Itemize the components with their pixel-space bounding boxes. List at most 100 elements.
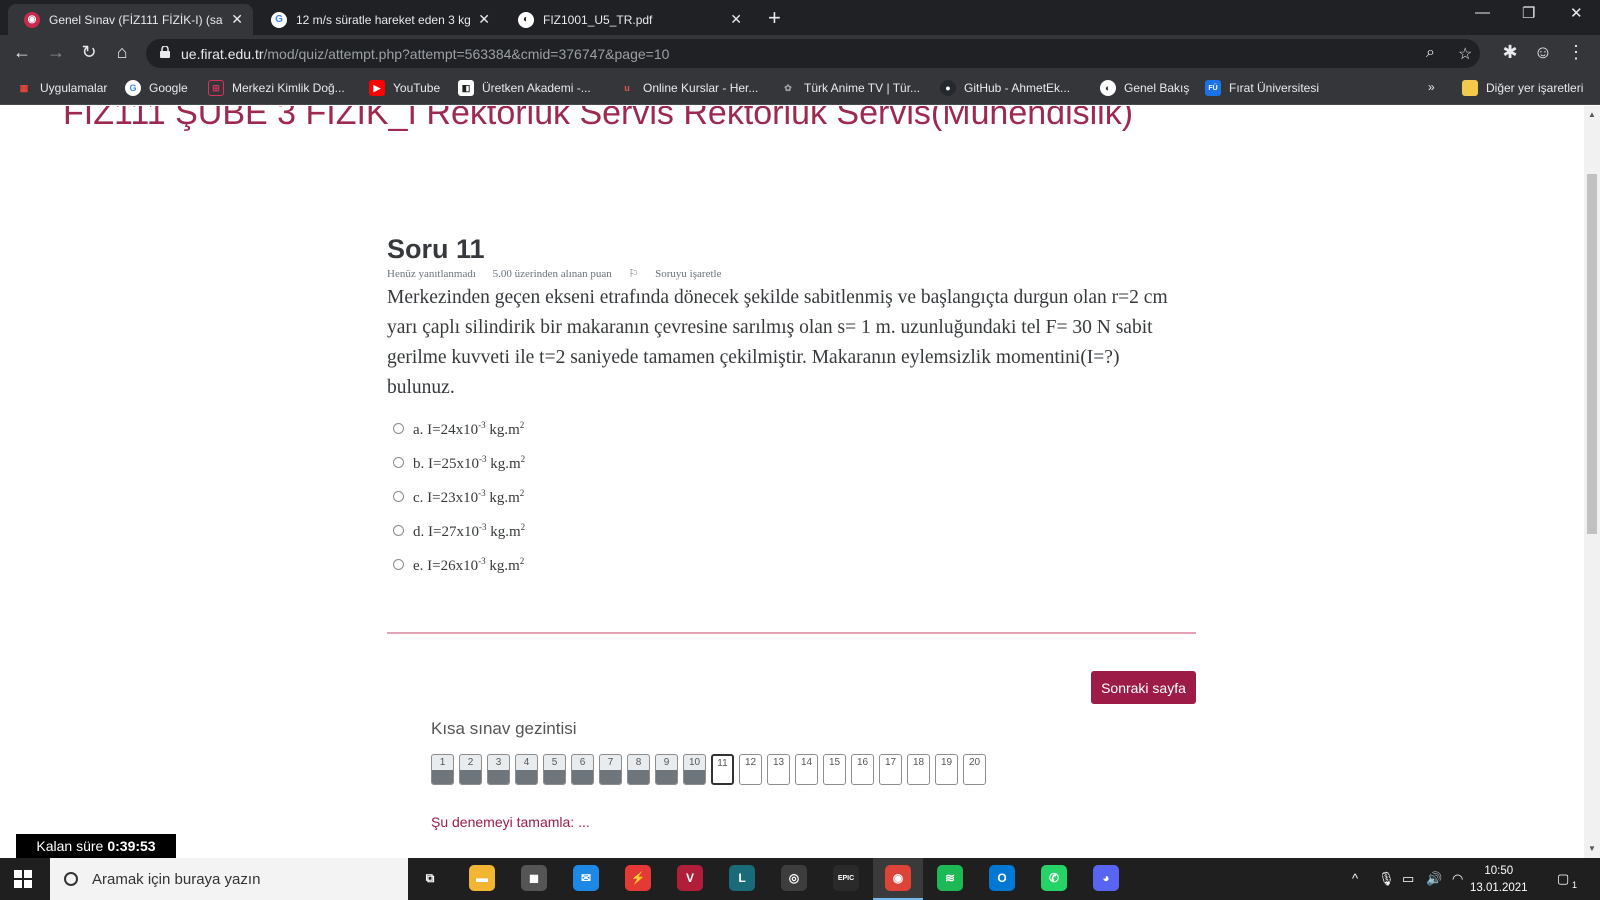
close-tab-icon[interactable]: ✕ xyxy=(478,11,490,28)
quiz-nav-button[interactable]: 11 xyxy=(711,754,734,785)
course-title: FİZ111 ŞUBE 3 FİZİK_I Rektörlük Servis R… xyxy=(63,106,1134,132)
other-bookmarks[interactable]: Diğer yer işaretleri xyxy=(1462,80,1583,96)
league-icon[interactable]: L xyxy=(729,865,755,891)
forward-icon[interactable]: → xyxy=(44,42,68,63)
quiz-nav-button[interactable]: 13 xyxy=(767,754,790,785)
radio-button[interactable] xyxy=(393,559,404,570)
radio-button[interactable] xyxy=(393,525,404,536)
file-explorer-icon[interactable]: ▬ xyxy=(469,865,495,891)
flag-question-link[interactable]: ⚐ Soruyu işaretle xyxy=(629,268,736,280)
answer-label: a. I=24x10-3 kg.m2 xyxy=(413,420,525,438)
bookmark-google[interactable]: G Google xyxy=(125,80,188,96)
epic-games-icon[interactable]: EPIC xyxy=(833,865,859,891)
answer-option-e[interactable]: e. I=26x10-3 kg.m2 xyxy=(393,556,525,590)
zoom-icon[interactable]: ⌕ xyxy=(1426,44,1435,62)
outlook-icon[interactable]: O xyxy=(989,865,1015,891)
radio-button[interactable] xyxy=(393,457,404,468)
windows-taskbar: Aramak için buraya yazın ⧉ ▬ ◼ ✉ ⚡ V L ◎ EPIC ◉ ≋ O… xyxy=(0,858,1600,900)
battery-icon[interactable]: ▭ xyxy=(1402,871,1414,887)
bookmark-firat[interactable]: FÜ Fırat Üniversitesi xyxy=(1205,80,1319,96)
bookmark-label: YouTube xyxy=(393,81,441,95)
tab-genel-sinav[interactable]: ◉ Genel Sınav (FİZ111 FİZİK-I) (sayf ✕ xyxy=(8,4,253,35)
mail-icon[interactable]: ✉ xyxy=(573,865,599,891)
extensions-icon[interactable]: ✱ xyxy=(1498,42,1522,63)
quiz-nav-button[interactable]: 18 xyxy=(907,754,930,785)
answer-option-a[interactable]: a. I=24x10-3 kg.m2 xyxy=(393,420,525,454)
next-page-button[interactable]: Sonraki sayfa xyxy=(1091,671,1196,704)
answer-option-d[interactable]: d. I=27x10-3 kg.m2 xyxy=(393,522,525,556)
quiz-nav-button[interactable]: 8 xyxy=(627,754,650,785)
profile-avatar-icon[interactable]: ☺ xyxy=(1531,42,1555,63)
wifi-icon[interactable]: ◠ xyxy=(1452,871,1463,887)
bookmark-uretken[interactable]: ◧ Üretken Akademi -... xyxy=(458,80,591,96)
quiz-nav-button[interactable]: 19 xyxy=(935,754,958,785)
quiz-nav-button[interactable]: 17 xyxy=(879,754,902,785)
menu-icon[interactable]: ⋮ xyxy=(1564,42,1588,63)
finish-attempt-link[interactable]: Şu denemeyi tamamla: ... xyxy=(431,814,590,830)
quiz-nav-button[interactable]: 9 xyxy=(655,754,678,785)
restore-icon[interactable]: ❐ xyxy=(1522,4,1535,22)
radio-button[interactable] xyxy=(393,491,404,502)
bookmark-kimlik[interactable]: ⊞ Merkezi Kimlik Doğ... xyxy=(208,80,345,96)
tab-google-search[interactable]: G 12 m/s süratle hareket eden 3 kg ✕ xyxy=(255,4,500,35)
quiz-nav-button[interactable]: 1 xyxy=(431,754,454,785)
answer-option-c[interactable]: c. I=23x10-3 kg.m2 xyxy=(393,488,525,522)
bookmark-genel-bakis[interactable]: ◐ Genel Bakış xyxy=(1100,80,1189,96)
flash-icon[interactable]: ⚡ xyxy=(625,865,651,891)
radio-button[interactable] xyxy=(393,423,404,434)
address-bar[interactable]: ue.firat.edu.tr/mod/quiz/attempt.php?att… xyxy=(146,39,1480,68)
tab-pdf[interactable]: ◐ FIZ1001_U5_TR.pdf ✕ xyxy=(502,4,752,35)
quiz-nav-button[interactable]: 14 xyxy=(795,754,818,785)
microphone-icon[interactable]: 🎙 xyxy=(1378,871,1395,887)
bookmarks-overflow[interactable]: » xyxy=(1428,80,1435,94)
chrome-icon[interactable]: ◉ xyxy=(885,865,911,891)
quiz-nav-button[interactable]: 12 xyxy=(739,754,762,785)
new-tab-icon[interactable]: + xyxy=(768,5,781,31)
discord-icon[interactable]: ◕ xyxy=(1093,865,1119,891)
quiz-nav-button[interactable]: 6 xyxy=(571,754,594,785)
quiz-nav-button[interactable]: 10 xyxy=(683,754,706,785)
quiz-nav-button[interactable]: 2 xyxy=(459,754,482,785)
taskbar-clock[interactable]: 10:50 13.01.2021 xyxy=(1470,863,1528,897)
home-icon[interactable]: ⌂ xyxy=(110,42,134,63)
bookmark-github[interactable]: ● GitHub - AhmetEk... xyxy=(940,80,1070,96)
store-icon[interactable]: ◼ xyxy=(521,865,547,891)
firat-icon: FÜ xyxy=(1205,80,1221,96)
reload-icon[interactable]: ↻ xyxy=(77,42,101,63)
show-hidden-icons-icon[interactable]: ^ xyxy=(1352,871,1358,886)
minimize-icon[interactable]: — xyxy=(1475,4,1490,21)
quiz-nav-button[interactable]: 5 xyxy=(543,754,566,785)
bookmark-youtube[interactable]: ▶ YouTube xyxy=(369,80,440,96)
spotify-icon[interactable]: ≋ xyxy=(937,865,963,891)
bookmark-udemy[interactable]: u Online Kurslar - Her... xyxy=(619,80,758,96)
windows-start-icon[interactable] xyxy=(14,870,32,888)
quiz-nav-button[interactable]: 4 xyxy=(515,754,538,785)
close-tab-icon[interactable]: ✕ xyxy=(231,11,243,28)
ubisoft-icon[interactable]: ◎ xyxy=(781,865,807,891)
answer-option-b[interactable]: b. I=25x10-3 kg.m2 xyxy=(393,454,525,488)
quiz-nav-button[interactable]: 7 xyxy=(599,754,622,785)
quiz-nav-button[interactable]: 15 xyxy=(823,754,846,785)
volume-icon[interactable]: 🔊 xyxy=(1426,871,1442,887)
scrollbar-thumb[interactable] xyxy=(1587,174,1597,534)
close-tab-icon[interactable]: ✕ xyxy=(730,11,742,28)
back-icon[interactable]: ← xyxy=(10,42,34,63)
taskbar-search-box[interactable]: Aramak için buraya yazın xyxy=(50,858,408,900)
bookmark-apps[interactable]: ▦ Uygulamalar xyxy=(16,80,108,96)
notification-icon[interactable]: ▢ xyxy=(1557,871,1569,887)
quiz-nav-button[interactable]: 20 xyxy=(963,754,986,785)
bookmark-star-icon[interactable]: ☆ xyxy=(1458,44,1472,64)
answered-indicator xyxy=(488,770,509,784)
scroll-up-icon[interactable]: ▲ xyxy=(1588,110,1596,119)
quiz-nav-button[interactable]: 3 xyxy=(487,754,510,785)
valorant-icon[interactable]: V xyxy=(677,865,703,891)
close-window-icon[interactable]: ✕ xyxy=(1570,4,1583,22)
question-info: Henüz yanıtlanmadı 5.00 üzerinden alınan… xyxy=(387,267,749,280)
whatsapp-icon[interactable]: ✆ xyxy=(1041,865,1067,891)
scroll-down-icon[interactable]: ▼ xyxy=(1588,844,1596,853)
quiz-nav-button[interactable]: 16 xyxy=(851,754,874,785)
page-scrollbar[interactable]: ▲ ▼ xyxy=(1584,106,1600,858)
bookmark-anime[interactable]: ✿ Türk Anime TV | Tür... xyxy=(780,80,920,96)
task-view-icon[interactable]: ⧉ xyxy=(417,865,443,891)
bookmark-label: Online Kurslar - Her... xyxy=(643,81,759,95)
